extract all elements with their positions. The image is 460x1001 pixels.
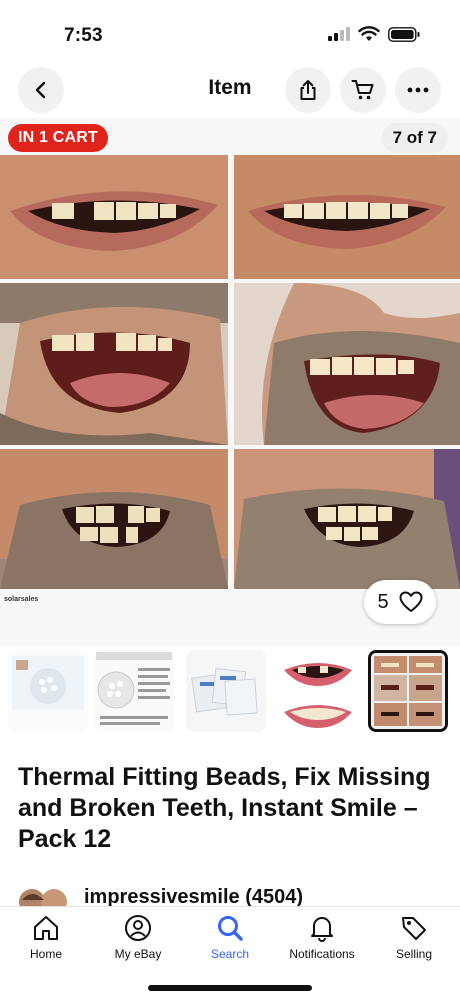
thumbnail-1[interactable] — [8, 650, 88, 732]
after-smile-photo — [234, 155, 460, 279]
home-indicator — [148, 985, 312, 991]
seller-watermark: solarsales — [4, 596, 39, 603]
like-button[interactable]: 5 — [364, 580, 436, 624]
bottom-tab-bar: Home My eBay Search Notifications Sellin… — [0, 906, 460, 1001]
cart-button[interactable] — [340, 67, 386, 113]
tab-notifications[interactable]: Notifications — [276, 913, 368, 961]
image-counter: 7 of 7 — [381, 123, 448, 153]
thumbnail-5-selected[interactable] — [368, 650, 448, 732]
tab-my-ebay[interactable]: My eBay — [92, 913, 184, 961]
tab-search[interactable]: Search — [184, 913, 276, 961]
tab-home-label: Home — [29, 947, 62, 961]
cellular-signal-icon — [328, 27, 350, 41]
profile-icon — [125, 915, 151, 941]
search-icon — [218, 916, 243, 941]
like-count: 5 — [377, 590, 389, 613]
before-gap-teeth-photo — [0, 449, 228, 589]
tab-search-label: Search — [210, 947, 250, 961]
image-gallery[interactable]: IN 1 CART 7 of 7 solarsales 5 — [0, 118, 460, 646]
tab-notifications-label: Notifications — [289, 947, 355, 961]
page-title: Item — [208, 76, 252, 99]
thumbnail-3[interactable] — [186, 650, 266, 732]
wifi-icon — [358, 26, 380, 41]
heart-icon — [399, 591, 423, 612]
cart-icon — [351, 80, 374, 100]
battery-icon — [388, 26, 420, 42]
tab-home[interactable]: Home — [0, 913, 92, 961]
product-photo-collage — [0, 155, 460, 589]
share-icon — [300, 80, 316, 100]
in-cart-badge: IN 1 CART — [8, 124, 109, 152]
bell-icon — [311, 917, 333, 942]
status-time: 7:53 — [64, 25, 103, 46]
before-smile-photo — [0, 155, 228, 279]
tab-selling[interactable]: Selling — [368, 913, 460, 961]
home-icon — [34, 916, 58, 940]
thumbnail-strip — [0, 650, 460, 736]
tag-icon — [402, 917, 426, 940]
after-open-mouth-photo — [234, 283, 460, 445]
more-button[interactable] — [395, 67, 441, 113]
thumbnail-4[interactable] — [278, 650, 358, 732]
after-gap-teeth-photo — [234, 449, 460, 589]
before-open-mouth-photo — [0, 283, 228, 445]
share-button[interactable] — [285, 67, 331, 113]
status-icons — [328, 26, 420, 42]
status-bar: 7:53 — [0, 0, 460, 62]
tab-selling-label: Selling — [395, 947, 433, 961]
thumbnail-2[interactable] — [94, 650, 174, 732]
tab-my-ebay-label: My eBay — [114, 947, 162, 961]
item-title: Thermal Fitting Beads, Fix Missing and B… — [18, 763, 431, 853]
more-icon — [407, 87, 429, 93]
nav-header: Item — [0, 62, 460, 118]
